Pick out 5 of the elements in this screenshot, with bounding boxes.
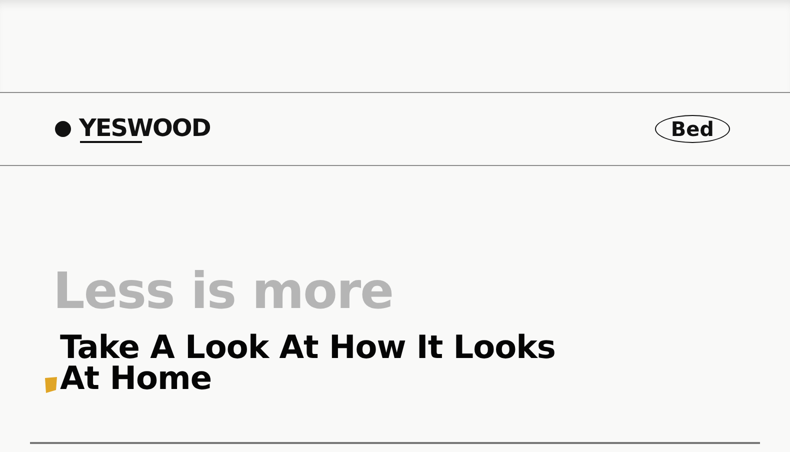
bed-button[interactable]: Bed — [654, 115, 730, 143]
marker-icon — [45, 376, 57, 394]
logo-dot-icon — [55, 120, 71, 137]
hero-heading: Take A Look At How It Looks At Home — [60, 332, 556, 394]
tagline: Less is more — [53, 266, 394, 316]
